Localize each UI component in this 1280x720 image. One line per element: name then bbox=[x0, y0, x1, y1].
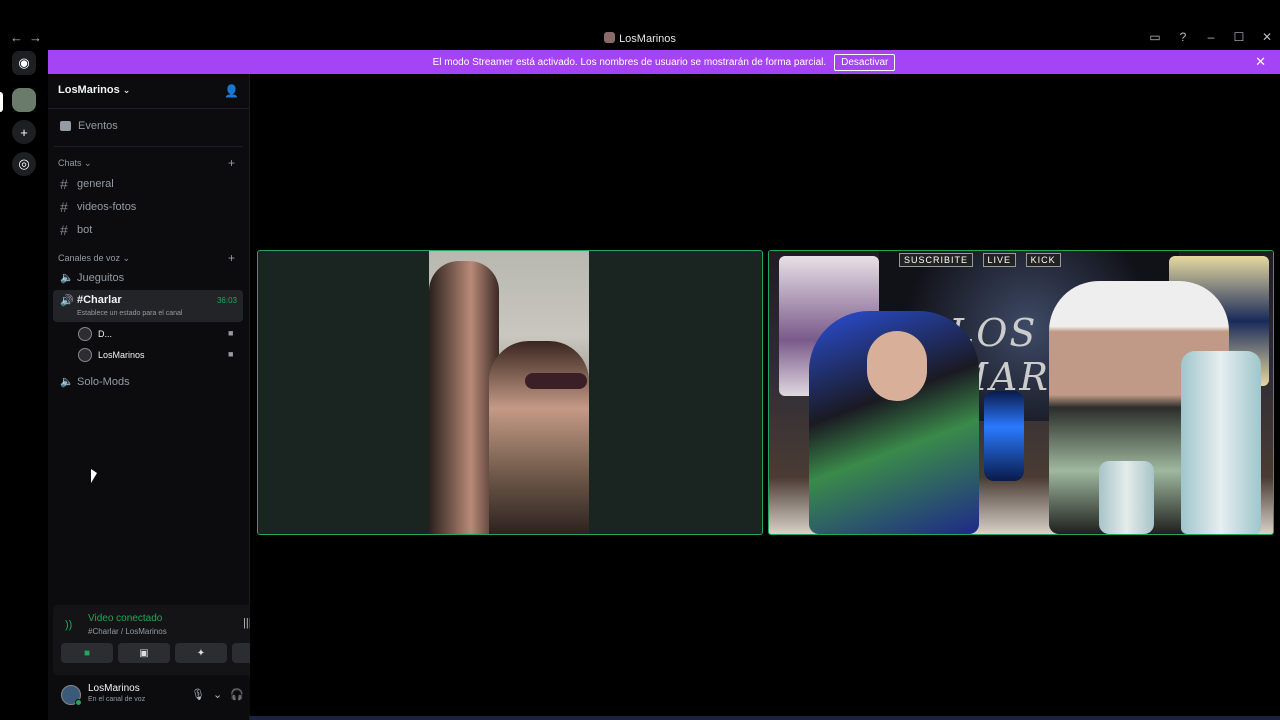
channel-label: Solo-Mods bbox=[77, 375, 130, 388]
chevron-down-icon[interactable]: ⌄ bbox=[213, 688, 222, 701]
mate-cup bbox=[1099, 461, 1154, 534]
streamer-mode-banner: El modo Streamer está activado. Los nomb… bbox=[48, 50, 1280, 74]
deactivate-streamer-button[interactable]: Desactivar bbox=[834, 53, 896, 71]
streamer-mode-text: El modo Streamer está activado. Los nomb… bbox=[432, 56, 827, 68]
channel-label: Jueguitos bbox=[77, 271, 125, 284]
microphone-icon[interactable]: 🎙 bbox=[191, 688, 205, 701]
calendar-icon bbox=[60, 121, 71, 131]
events-item[interactable]: Eventos bbox=[60, 120, 118, 132]
speaker-icon: 🔈 bbox=[60, 272, 74, 284]
mouse-cursor bbox=[91, 469, 97, 483]
overlay-label: LIVE bbox=[982, 253, 1017, 267]
server-icon bbox=[604, 32, 616, 43]
close-banner-icon[interactable]: ✕ bbox=[1255, 54, 1266, 70]
call-duration: 36:03 bbox=[216, 296, 237, 305]
category-voice[interactable]: Canales de voz ⌄ + bbox=[58, 251, 235, 265]
chevron-down-icon: ⌄ bbox=[122, 85, 131, 95]
video-tile-2[interactable]: LOS MARINOS SUSCRIBITE LIVE KICK bbox=[768, 250, 1274, 535]
speaker-icon: 🔊 bbox=[60, 295, 74, 307]
selected-server-indicator bbox=[0, 92, 3, 112]
channel-label: videos-fotos bbox=[77, 201, 137, 213]
inbox-icon[interactable]: ▭ bbox=[1148, 30, 1162, 44]
help-icon[interactable]: ? bbox=[1176, 30, 1190, 44]
server-name: LosMarinos bbox=[58, 84, 120, 96]
stream-overlay: SUSCRIBITE LIVE KICK bbox=[899, 253, 1067, 267]
channel-general[interactable]: # general bbox=[60, 176, 114, 192]
screen-share-button[interactable]: ▣ bbox=[118, 643, 170, 663]
member-name: D... bbox=[98, 329, 113, 339]
sunglasses bbox=[525, 373, 587, 389]
discord-home-icon[interactable]: ◉ bbox=[12, 51, 36, 75]
username: LosMarinos bbox=[88, 683, 140, 694]
avatar bbox=[78, 327, 92, 341]
avatar bbox=[78, 348, 92, 362]
user-status: En el canal de voz bbox=[88, 696, 146, 703]
video-tile-1[interactable] bbox=[257, 250, 763, 535]
server-name-header[interactable]: LosMarinos ⌄ bbox=[58, 84, 130, 96]
channel-label: #Charlar bbox=[77, 294, 122, 306]
voice-channel-charlar[interactable]: 🔊 #Charlar 36:03 Establece un estado par… bbox=[53, 290, 243, 322]
voice-member[interactable]: LosMarinos ■ bbox=[78, 348, 233, 362]
minimize-button[interactable]: – bbox=[1204, 30, 1218, 44]
avatar[interactable] bbox=[61, 685, 82, 706]
voice-channel-solo-mods[interactable]: 🔈 Solo-Mods bbox=[60, 375, 130, 389]
bottom-edge bbox=[250, 716, 1280, 720]
create-channel-icon[interactable]: + bbox=[228, 156, 235, 170]
maximize-button[interactable]: ☐ bbox=[1232, 30, 1246, 44]
video-camera-icon: ■ bbox=[228, 328, 234, 338]
hash-icon: # bbox=[60, 176, 68, 192]
category-label: Canales de voz bbox=[58, 253, 121, 263]
window-titlebar: ← → LosMarinos ▭ ? – ☐ ✕ bbox=[0, 28, 1280, 49]
channel-status[interactable]: Establece un estado para el canal bbox=[77, 310, 182, 317]
category-chats[interactable]: Chats ⌄ + bbox=[58, 156, 235, 170]
invite-people-icon[interactable]: 👤 bbox=[224, 84, 239, 98]
thermos bbox=[1181, 351, 1261, 534]
window-controls: ▭ ? – ☐ ✕ bbox=[1148, 30, 1274, 44]
member-name: LosMarinos bbox=[98, 350, 145, 360]
channel-label: general bbox=[77, 178, 114, 190]
video-camera-icon: ■ bbox=[228, 349, 234, 359]
camera-feed bbox=[429, 251, 589, 534]
voice-status-subtitle[interactable]: #Charlar / LosMarinos bbox=[88, 627, 167, 636]
events-label: Eventos bbox=[78, 120, 118, 132]
overlay-label: KICK bbox=[1025, 253, 1061, 267]
channel-sidebar: LosMarinos ⌄ 👤 Eventos Chats ⌄ + # genera… bbox=[48, 74, 293, 720]
voice-status-title: Video conectado bbox=[88, 613, 163, 624]
face bbox=[867, 331, 927, 401]
close-window-button[interactable]: ✕ bbox=[1260, 30, 1274, 44]
window-title: LosMarinos bbox=[0, 32, 1280, 45]
video-stage: LOS MARINOS SUSCRIBITE LIVE KICK bbox=[250, 74, 1280, 720]
create-channel-icon[interactable]: + bbox=[228, 251, 235, 265]
voice-channel-jueguitos[interactable]: 🔈 Jueguitos bbox=[60, 271, 125, 285]
channel-videos-fotos[interactable]: # videos-fotos bbox=[60, 199, 136, 215]
divider bbox=[54, 146, 243, 147]
explore-compass-icon[interactable]: ◎ bbox=[12, 152, 36, 176]
signal-icon[interactable]: )) bbox=[65, 619, 72, 631]
category-label: Chats bbox=[58, 158, 82, 168]
overlay-label: SUSCRIBITE bbox=[899, 253, 974, 267]
window-title-text: LosMarinos bbox=[619, 33, 676, 45]
microphone bbox=[984, 391, 1024, 481]
participant-figure bbox=[809, 311, 979, 534]
channel-bot[interactable]: # bot bbox=[60, 222, 92, 238]
camera-feed: LOS MARINOS SUSCRIBITE LIVE KICK bbox=[769, 251, 1273, 534]
locked-speaker-icon: 🔈 bbox=[60, 376, 74, 388]
online-status-dot bbox=[75, 699, 82, 706]
server-rail: ◉ + ◎ bbox=[0, 49, 48, 720]
participant-figure bbox=[489, 341, 589, 534]
channel-label: bot bbox=[77, 224, 93, 236]
add-server-icon[interactable]: + bbox=[12, 120, 36, 144]
activities-button[interactable]: ✦ bbox=[175, 643, 227, 663]
server-avatar-losmarinos[interactable] bbox=[12, 88, 36, 112]
headphones-icon[interactable]: 🎧 bbox=[230, 688, 244, 701]
voice-member[interactable]: D... ■ bbox=[78, 327, 233, 341]
hash-icon: # bbox=[60, 222, 68, 238]
hash-icon: # bbox=[60, 199, 68, 215]
divider bbox=[48, 108, 249, 109]
camera-button[interactable]: ■ bbox=[61, 643, 113, 663]
